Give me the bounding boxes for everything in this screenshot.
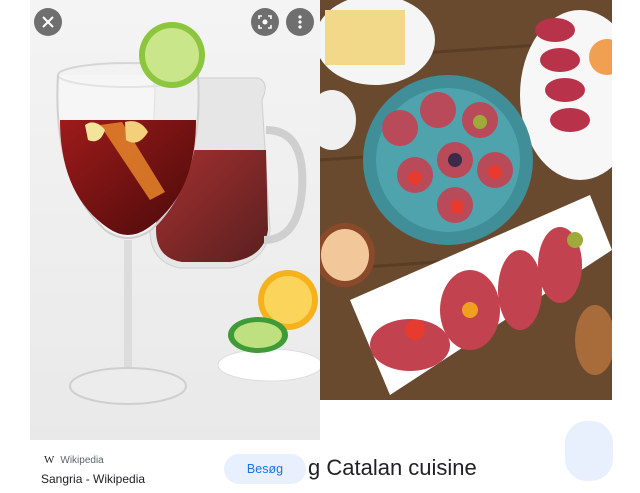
close-button[interactable] [34, 8, 62, 36]
more-options-button[interactable] [286, 8, 314, 36]
sangria-illustration [30, 0, 320, 440]
lens-button[interactable] [251, 8, 279, 36]
tapas-illustration [320, 0, 612, 400]
wikipedia-icon: W [44, 454, 55, 466]
sangria-image[interactable] [30, 0, 320, 440]
close-icon [42, 16, 54, 28]
next-result-button[interactable] [565, 421, 613, 481]
result-title-link[interactable]: Sangria - Wikipedia [41, 472, 145, 486]
lens-icon [258, 15, 272, 29]
right-result-caption[interactable]: g Catalan cuisine [308, 455, 477, 481]
tapas-image[interactable] [320, 0, 612, 400]
more-vert-icon [298, 15, 302, 29]
source-row[interactable]: W Wikipedia [44, 454, 104, 466]
source-name: Wikipedia [60, 454, 104, 466]
visit-button[interactable]: Besøg [224, 454, 306, 484]
